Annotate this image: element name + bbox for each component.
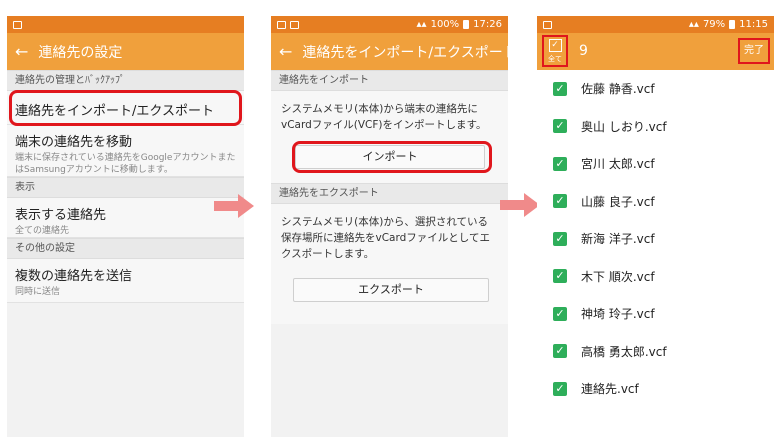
app-bar: ← 連絡先をインポート/エクスポート bbox=[271, 33, 508, 70]
notification-icon bbox=[290, 20, 299, 29]
signal-icon: ▴▴ bbox=[688, 19, 699, 30]
file-name: 木下 順次.vcf bbox=[581, 269, 655, 284]
import-description: システムメモリ(本体)から端末の連絡先にvCardファイル(VCF)をインポート… bbox=[281, 103, 487, 131]
battery-icon bbox=[463, 20, 470, 29]
checked-checkbox-icon[interactable]: ✓ bbox=[553, 81, 567, 96]
file-row[interactable]: ✓ 連絡先.vcf bbox=[537, 370, 774, 408]
file-list: ✓ 佐藤 静香.vcf ✓ 奥山 しおり.vcf ✓ 宮川 太郎.vcf ✓ 山藤 良子… bbox=[537, 70, 774, 408]
back-arrow-icon[interactable]: ← bbox=[279, 42, 292, 61]
menu-item-move-contacts[interactable]: 端末の連絡先を移動 端末に保存されている連絡先をGoogleアカウントまたはSa… bbox=[7, 125, 244, 177]
section-header-manage: 連絡先の管理とﾊﾞｯｸｱｯﾌﾟ bbox=[7, 70, 244, 91]
notification-icon bbox=[13, 20, 22, 29]
back-arrow-icon[interactable]: ← bbox=[15, 42, 28, 61]
notification-icon bbox=[543, 20, 552, 29]
flow-arrow-icon bbox=[500, 193, 540, 217]
file-row[interactable]: ✓ 山藤 良子.vcf bbox=[537, 183, 774, 221]
file-row[interactable]: ✓ 高橋 勇太郎.vcf bbox=[537, 333, 774, 371]
section-header-import: 連絡先をインポート bbox=[271, 70, 508, 91]
screen-contacts-settings: ← 連絡先の設定 連絡先の管理とﾊﾞｯｸｱｯﾌﾟ 連絡先をインポート/エクスポー… bbox=[7, 16, 244, 437]
file-name: 山藤 良子.vcf bbox=[581, 194, 655, 209]
checked-checkbox-icon[interactable]: ✓ bbox=[553, 306, 567, 321]
status-bar bbox=[7, 16, 244, 33]
notification-icon bbox=[277, 20, 286, 29]
file-name: 佐藤 静香.vcf bbox=[581, 82, 655, 97]
file-row[interactable]: ✓ 木下 順次.vcf bbox=[537, 258, 774, 296]
menu-item-contacts-to-display[interactable]: 表示する連絡先 全ての連絡先 bbox=[7, 198, 244, 238]
battery-icon bbox=[729, 20, 736, 29]
selection-bar: ✓ 全て 9 完了 bbox=[537, 33, 774, 70]
battery-level: 100% bbox=[430, 19, 460, 30]
signal-icon: ▴▴ bbox=[416, 19, 427, 30]
file-row[interactable]: ✓ 宮川 太郎.vcf bbox=[537, 145, 774, 183]
flow-arrow-icon bbox=[214, 194, 254, 218]
section-header-other: その他の設定 bbox=[7, 238, 244, 259]
file-row[interactable]: ✓ 新海 洋子.vcf bbox=[537, 220, 774, 258]
checked-checkbox-icon[interactable]: ✓ bbox=[553, 381, 567, 396]
file-name: 神埼 玲子.vcf bbox=[581, 307, 655, 322]
highlight-import-button bbox=[292, 141, 492, 173]
export-panel: システムメモリ(本体)から、選択されている保存場所に連絡先をvCardファイルと… bbox=[271, 204, 508, 324]
select-all-label: 全て bbox=[548, 55, 562, 63]
import-panel: システムメモリ(本体)から端末の連絡先にvCardファイル(VCF)をインポート… bbox=[271, 91, 508, 183]
file-name: 宮川 太郎.vcf bbox=[581, 157, 655, 172]
selected-count: 9 bbox=[579, 43, 588, 59]
highlight-import-export bbox=[9, 90, 242, 126]
clock: 11:15 bbox=[739, 19, 768, 30]
checked-checkbox-icon[interactable]: ✓ bbox=[553, 344, 567, 359]
app-bar: ← 連絡先の設定 bbox=[7, 33, 244, 70]
checked-checkbox-icon[interactable]: ✓ bbox=[553, 119, 567, 134]
menu-item-send-multiple[interactable]: 複数の連絡先を送信 同時に送信 bbox=[7, 259, 244, 303]
checked-checkbox-icon[interactable]: ✓ bbox=[553, 231, 567, 246]
checked-checkbox-icon[interactable]: ✓ bbox=[553, 156, 567, 171]
check-icon: ✓ bbox=[548, 39, 562, 52]
checked-checkbox-icon[interactable]: ✓ bbox=[553, 269, 567, 284]
file-row[interactable]: ✓ 神埼 玲子.vcf bbox=[537, 295, 774, 333]
screen-select-vcf: ▴▴ 79% 11:15 ✓ 全て 9 完了 ✓ 佐藤 静香.vcf ✓ 奥山 しお… bbox=[537, 16, 774, 437]
clock: 17:26 bbox=[473, 19, 502, 30]
select-all-checkbox[interactable]: ✓ 全て bbox=[542, 35, 568, 67]
status-bar: ▴▴ 100% 17:26 bbox=[271, 16, 508, 33]
file-name: 高橋 勇太郎.vcf bbox=[581, 344, 667, 359]
status-bar: ▴▴ 79% 11:15 bbox=[537, 16, 774, 33]
export-description: システムメモリ(本体)から、選択されている保存場所に連絡先をvCardファイルと… bbox=[281, 216, 490, 260]
section-header-display: 表示 bbox=[7, 177, 244, 198]
export-button[interactable]: エクスポート bbox=[293, 278, 489, 302]
file-row[interactable]: ✓ 奥山 しおり.vcf bbox=[537, 108, 774, 146]
battery-level: 79% bbox=[702, 19, 726, 30]
file-name: 連絡先.vcf bbox=[581, 382, 639, 397]
done-button[interactable]: 完了 bbox=[738, 38, 770, 64]
file-row[interactable]: ✓ 佐藤 静香.vcf bbox=[537, 70, 774, 108]
file-name: 新海 洋子.vcf bbox=[581, 232, 655, 247]
page-title: 連絡先の設定 bbox=[38, 44, 123, 61]
checked-checkbox-icon[interactable]: ✓ bbox=[553, 194, 567, 209]
screen-import-export: ▴▴ 100% 17:26 ← 連絡先をインポート/エクスポート 連絡先をインポ… bbox=[271, 16, 508, 437]
page-title: 連絡先をインポート/エクスポート bbox=[302, 44, 508, 61]
section-header-export: 連絡先をエクスポート bbox=[271, 183, 508, 204]
file-name: 奥山 しおり.vcf bbox=[581, 119, 667, 134]
